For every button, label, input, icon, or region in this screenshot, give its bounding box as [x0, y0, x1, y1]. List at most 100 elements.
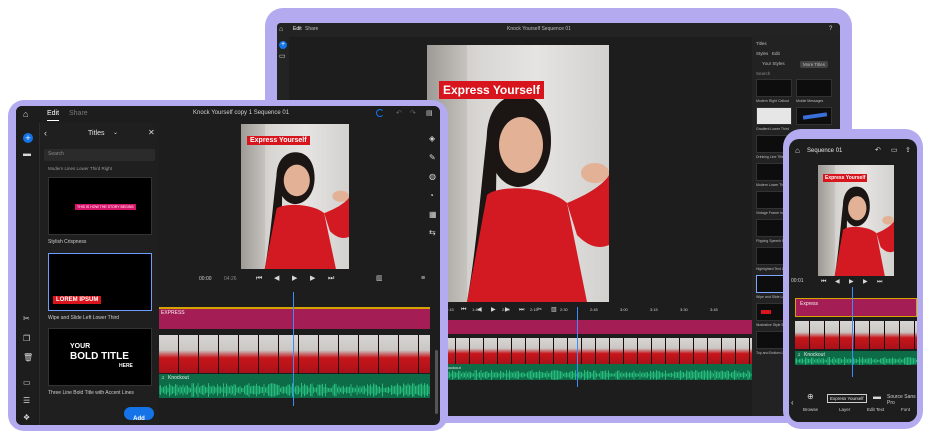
video-track-clip[interactable] — [159, 335, 430, 373]
redo-icon[interactable]: ↷ — [410, 110, 416, 117]
step-back-icon[interactable]: ⏮ — [256, 275, 262, 282]
share-icon[interactable]: ⇪ — [905, 147, 911, 154]
tab-edit[interactable]: Edit — [47, 110, 59, 117]
your-styles-tab[interactable]: Your Styles — [762, 61, 785, 66]
media-bin-icon[interactable]: ▬ — [23, 150, 31, 158]
title-overlay[interactable]: Express Yourself — [247, 136, 310, 145]
title-overlay[interactable]: Express Yourself — [439, 81, 544, 99]
frame-back-icon[interactable]: ◀ — [274, 275, 279, 282]
back-chevron-icon[interactable]: ‹ — [791, 399, 794, 407]
video-track-clip[interactable] — [795, 321, 917, 349]
playhead[interactable] — [293, 292, 294, 406]
clip-frame — [915, 321, 917, 349]
scissors-icon[interactable]: ✂ — [23, 315, 30, 323]
search-field[interactable]: Search — [756, 71, 770, 76]
delete-icon[interactable]: 🗑 — [23, 354, 33, 362]
clip-frame — [379, 335, 399, 373]
undo-icon[interactable]: ↶ — [396, 110, 402, 117]
color-tool-icon[interactable]: ◍ — [429, 173, 436, 181]
text-tool-icon[interactable]: ▬ — [873, 393, 881, 401]
video-track-clip[interactable] — [442, 338, 752, 364]
add-media-icon[interactable]: + — [279, 41, 287, 49]
clip-frame — [419, 335, 430, 373]
browse-add-icon[interactable]: ⊕ — [807, 393, 814, 401]
ruler-tick: 3:00 — [620, 307, 628, 312]
title-thumb[interactable] — [796, 79, 832, 97]
tablet-screen: ⌂ Edit Share Knock Yourself copy 1 Seque… — [16, 106, 440, 425]
duplicate-icon[interactable]: ❐ — [23, 335, 30, 343]
layer-chip[interactable]: Express Yourself — [827, 394, 867, 403]
title-overlay[interactable]: Express Yourself — [823, 174, 868, 182]
title-track-clip[interactable]: EXPRESS — [159, 307, 430, 329]
more-titles-tab[interactable]: More Titles — [800, 61, 829, 68]
home-icon[interactable]: ⌂ — [795, 147, 800, 155]
ruler-tick: 2:00 — [502, 307, 510, 312]
play-icon[interactable]: ▶ — [292, 275, 297, 282]
audio-track-clip[interactable]: ♫ Knockout — [159, 374, 430, 398]
clip-frame — [239, 335, 259, 373]
step-forward-icon[interactable]: ⏭ — [877, 279, 882, 285]
pen-tool-icon[interactable]: ✎ — [429, 154, 436, 162]
title-item-label: Three Line Bold Title with Accent Lines — [48, 390, 134, 396]
browse-label[interactable]: Browse — [803, 407, 818, 412]
add-button[interactable]: Add — [124, 407, 154, 422]
font-chip[interactable]: Source Sans Pro — [887, 394, 917, 406]
playhead[interactable] — [852, 287, 853, 377]
font-label[interactable]: Font — [901, 407, 910, 412]
speed-tool-icon[interactable]: ◔ — [429, 192, 434, 200]
laptop-top-bar: ⌂ Edit Share Knock Yourself Sequence 01 … — [277, 23, 840, 37]
transform-tool-icon[interactable]: ⇆ — [429, 229, 436, 237]
tab-edit-underline — [47, 120, 59, 121]
feedback-icon[interactable]: ▤ — [426, 110, 433, 117]
clip-frame — [652, 338, 666, 364]
home-icon[interactable]: ⌂ — [279, 26, 283, 33]
play-icon[interactable]: ▶ — [849, 279, 854, 285]
title-thumb-bold[interactable]: YOUR BOLD TITLE HERE — [48, 328, 152, 386]
crop-tool-icon[interactable]: ▦ — [429, 211, 437, 219]
thumb-line: HERE — [119, 363, 133, 369]
title-track-label: EXPRESS — [161, 310, 185, 316]
list-icon[interactable]: ☰ — [23, 397, 30, 405]
edit-link[interactable]: Edit — [772, 51, 780, 56]
undo-icon[interactable]: ↶ — [875, 147, 881, 154]
title-item-label: Wipe and Slide Left Lower Third — [48, 315, 120, 321]
media-bin-icon[interactable]: ▭ — [279, 53, 286, 60]
shape-tool-icon[interactable]: ◈ — [429, 135, 435, 143]
preview-icon[interactable]: ▭ — [891, 147, 898, 154]
home-icon[interactable]: ⌂ — [23, 110, 28, 119]
frame-forward-icon[interactable]: ▶ — [310, 275, 315, 282]
effects-icon[interactable]: ❖ — [23, 414, 30, 422]
timeline-scrollbar[interactable] — [435, 350, 438, 414]
title-thumb[interactable] — [756, 79, 792, 97]
title-thumb[interactable] — [756, 107, 792, 125]
edit-text-label[interactable]: Edit Text — [867, 407, 884, 412]
audio-track-clip[interactable]: Knockout — [442, 364, 752, 380]
title-track-clip[interactable]: Express — [795, 298, 917, 317]
tab-edit[interactable]: Edit — [293, 26, 302, 32]
clip-frame — [825, 321, 840, 349]
audio-track-clip[interactable]: ♫ Knockout — [795, 351, 917, 365]
title-thumb-stylish[interactable]: THIS IS HOW THE STORY BEGINS — [48, 177, 152, 235]
audio-waveform — [795, 357, 917, 365]
close-icon[interactable]: ✕ — [148, 129, 155, 137]
frame-back-icon[interactable]: ◀ — [835, 279, 840, 285]
audio-meter-icon[interactable]: ▥ — [376, 275, 383, 282]
title-thumb-wipe[interactable]: LOREM IPSUM — [48, 253, 152, 311]
step-forward-icon[interactable]: ⏭ — [328, 275, 334, 282]
title-track-clip[interactable] — [442, 320, 752, 334]
search-input[interactable]: Search — [44, 149, 155, 161]
chevron-down-icon[interactable]: ⌄ — [113, 130, 118, 136]
add-media-icon[interactable]: + — [23, 133, 33, 143]
menu-icon[interactable]: ≡ — [421, 275, 425, 282]
tab-share[interactable]: Share — [69, 110, 88, 117]
help-icon[interactable]: ? — [829, 26, 832, 32]
captions-icon[interactable]: ▭ — [23, 379, 31, 387]
step-back-icon[interactable]: ⏮ — [821, 279, 826, 285]
frame-forward-icon[interactable]: ▶ — [863, 279, 868, 285]
back-chevron-icon[interactable]: ‹ — [44, 129, 47, 138]
tab-share[interactable]: Share — [305, 26, 318, 32]
title-thumb[interactable] — [796, 107, 832, 125]
clip-frame — [900, 321, 915, 349]
playhead[interactable] — [577, 307, 578, 387]
layer-label[interactable]: Layer — [839, 407, 850, 412]
